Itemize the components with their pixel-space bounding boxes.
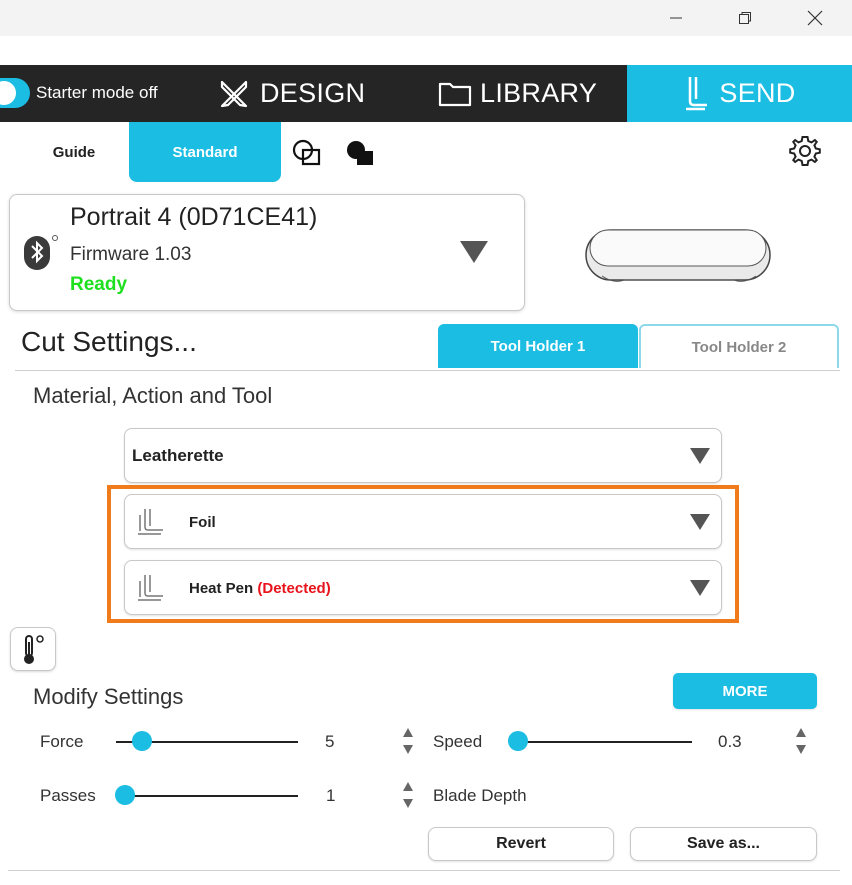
tool-holder-icon <box>138 575 163 601</box>
nav-design[interactable]: DESIGN <box>218 65 365 122</box>
cutter-machine-image <box>584 226 774 291</box>
up-down-arrows-icon <box>796 728 806 754</box>
bottom-divider <box>8 870 840 871</box>
device-firmware: Firmware 1.03 <box>70 244 192 265</box>
action-dropdown[interactable]: Foil <box>124 494 722 549</box>
gear-icon <box>789 136 821 166</box>
chevron-down-icon <box>690 580 710 596</box>
save-as-button[interactable]: Save as... <box>630 827 817 861</box>
speed-label: Speed <box>433 732 483 751</box>
nav-send[interactable]: SEND <box>627 65 852 122</box>
design-pencil-icon <box>220 80 248 107</box>
chevron-down-icon <box>690 514 710 530</box>
speed-slider-track[interactable] <box>510 741 692 743</box>
filled-shapes-icon <box>347 141 373 165</box>
passes-label: Passes <box>40 786 96 805</box>
action-value: Foil <box>189 514 216 531</box>
fill-tool-button[interactable] <box>345 138 377 173</box>
up-down-arrows-icon <box>403 728 413 754</box>
tool-value: Heat Pen (Detected) <box>189 580 331 597</box>
material-dropdown[interactable]: Leatherette <box>124 428 722 483</box>
minimize-button[interactable] <box>653 0 699 36</box>
bluetooth-indicator <box>23 233 59 278</box>
material-value: Leatherette <box>132 446 224 465</box>
thermometer-icon <box>24 635 44 664</box>
divider <box>15 370 840 371</box>
bluetooth-icon <box>24 235 58 270</box>
passes-slider-handle[interactable] <box>115 785 135 805</box>
tool-detected-status: (Detected) <box>257 580 331 597</box>
tab-guide[interactable]: Guide <box>30 122 118 182</box>
tab-tool-holder-2[interactable]: Tool Holder 2 <box>639 324 839 368</box>
nav-send-label: SEND <box>719 78 796 108</box>
modify-settings-title: Modify Settings <box>33 684 184 709</box>
force-label: Force <box>40 732 84 751</box>
minimize-icon <box>670 17 682 19</box>
speed-value: 0.3 <box>718 732 742 751</box>
top-navigation: Starter mode off DESIGN LIBRARY SEND <box>0 65 852 122</box>
blade-depth-label: Blade Depth <box>433 786 527 805</box>
tab-tool-holder-1[interactable]: Tool Holder 1 <box>438 324 638 368</box>
nav-library-label: LIBRARY <box>480 78 598 108</box>
shape-tool-button[interactable] <box>292 138 324 173</box>
speed-stepper[interactable] <box>795 726 807 761</box>
starter-mode-label: Starter mode off <box>36 83 158 102</box>
tool-dropdown[interactable]: Heat Pen (Detected) <box>124 560 722 615</box>
temperature-button[interactable] <box>10 627 56 671</box>
restore-icon <box>739 12 751 24</box>
up-down-arrows-icon <box>403 782 413 808</box>
material-action-tool-label: Material, Action and Tool <box>33 383 273 408</box>
tool-holder-icon-wrap <box>135 573 167 608</box>
device-status: Ready <box>70 274 128 295</box>
passes-value: 1 <box>326 786 336 805</box>
force-value: 5 <box>325 732 335 751</box>
tool-holder-icon <box>138 509 163 535</box>
nav-library[interactable]: LIBRARY <box>438 65 597 122</box>
send-cutter-icon <box>686 76 708 110</box>
close-icon <box>807 10 823 26</box>
close-button[interactable] <box>792 0 838 36</box>
passes-slider-track[interactable] <box>116 795 298 797</box>
more-button[interactable]: MORE <box>673 673 817 709</box>
tab-standard[interactable]: Standard <box>129 122 281 182</box>
machine-icon <box>585 229 771 282</box>
revert-button[interactable]: Revert <box>428 827 614 861</box>
speed-slider-handle[interactable] <box>508 731 528 751</box>
device-name: Portrait 4 (0D71CE41) <box>70 203 318 231</box>
window-title-bar <box>0 0 852 36</box>
nav-design-label: DESIGN <box>260 78 366 108</box>
device-selector[interactable]: Portrait 4 (0D71CE41) Firmware 1.03 Read… <box>9 194 525 311</box>
maximize-button[interactable] <box>722 0 768 36</box>
folder-icon <box>438 82 472 106</box>
force-stepper[interactable] <box>402 726 414 761</box>
cut-settings-title: Cut Settings... <box>21 326 197 357</box>
chevron-down-icon <box>690 448 710 464</box>
overlap-shapes-icon <box>292 139 321 166</box>
tool-name: Heat Pen <box>189 580 254 597</box>
passes-stepper[interactable] <box>402 780 414 815</box>
tool-holder-icon-wrap <box>135 507 167 542</box>
settings-button[interactable] <box>788 134 822 173</box>
chevron-down-icon[interactable] <box>460 241 488 263</box>
force-slider-handle[interactable] <box>132 731 152 751</box>
